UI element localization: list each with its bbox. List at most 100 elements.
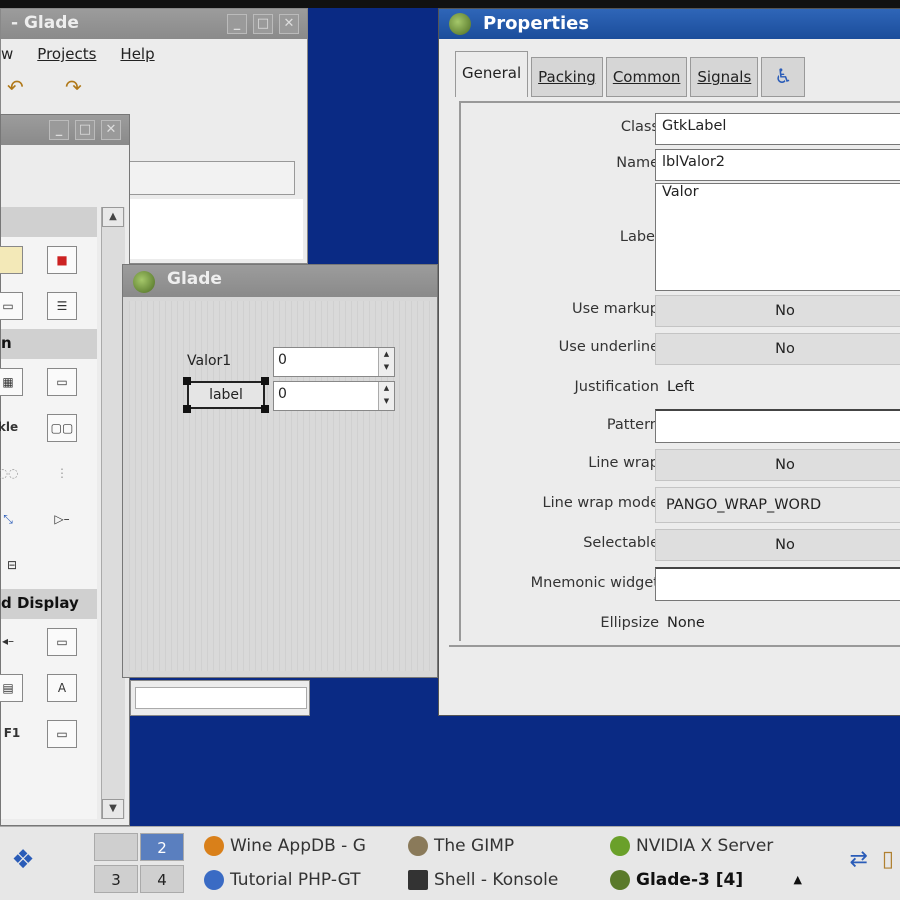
pattern-field[interactable]: [655, 409, 900, 443]
pager-desktop-1[interactable]: 1: [94, 833, 138, 861]
spin-button-2[interactable]: 0 ▲ ▼: [273, 381, 395, 411]
pager-desktop-3[interactable]: 3: [94, 865, 138, 893]
button-box-icon[interactable]: ▢▢: [47, 414, 77, 442]
main-window-title: - Glade: [11, 13, 79, 33]
window-widget-icon[interactable]: [0, 246, 23, 274]
palette-row: ⊟: [1, 543, 97, 589]
prop-label: Label: [619, 229, 659, 245]
main-toolbar: ↶ ↷: [1, 71, 307, 101]
main-window-tree-area[interactable]: [123, 199, 303, 259]
pager-desktop-2[interactable]: 2: [140, 833, 184, 861]
bottom-strip-window: [130, 680, 310, 716]
main-window-titlebar[interactable]: - Glade _ □ ✕: [1, 9, 307, 39]
progress-bar-icon[interactable]: ▭: [47, 720, 77, 748]
menu-help[interactable]: Help: [120, 45, 154, 71]
palette-group-containers[interactable]: n: [1, 329, 97, 359]
valor1-label[interactable]: Valor1: [187, 353, 231, 369]
task-nvidia[interactable]: NVIDIA X Server: [606, 831, 806, 861]
notebook-widget-icon[interactable]: ▭: [47, 368, 77, 396]
image-widget-icon[interactable]: ▤: [0, 674, 23, 702]
palette-item-f1[interactable]: F1: [0, 720, 27, 748]
strip-field[interactable]: [135, 687, 307, 709]
task-tutorial-php[interactable]: Tutorial PHP-GT: [200, 865, 396, 895]
menu-projects[interactable]: Projects: [37, 45, 96, 71]
palette-titlebar[interactable]: _ □ ✕: [1, 115, 129, 145]
gimp-icon: [408, 836, 428, 856]
tab-signals[interactable]: Signals: [690, 57, 759, 97]
layout-icon[interactable]: ⤡: [0, 506, 23, 534]
resize-handle[interactable]: [261, 405, 269, 413]
pager-desktop-4[interactable]: 4: [140, 865, 184, 893]
palette-group-display[interactable]: d Display: [1, 589, 97, 619]
label-widget-icon[interactable]: ◂–: [0, 628, 23, 656]
prop-label: Pattern: [606, 417, 659, 433]
expander-icon[interactable]: ▷–: [47, 506, 77, 534]
close-button[interactable]: ✕: [279, 14, 299, 34]
menu-view[interactable]: w: [1, 45, 13, 71]
minimize-button[interactable]: _: [227, 14, 247, 34]
clipboard-icon[interactable]: ▯: [882, 847, 894, 872]
name-field[interactable]: lblValor2: [655, 149, 900, 181]
label-textarea[interactable]: Valor: [655, 183, 900, 291]
network-icon[interactable]: ⇄: [849, 847, 867, 872]
scroll-down-icon[interactable]: ▼: [102, 799, 124, 819]
dialog-widget-icon[interactable]: ▭: [0, 292, 23, 320]
selected-label-widget[interactable]: label: [187, 381, 265, 409]
spin-button-1[interactable]: 0 ▲ ▼: [273, 347, 395, 377]
preview-title: Glade: [167, 269, 222, 289]
entry-widget-icon[interactable]: ▭: [47, 628, 77, 656]
table-widget-icon[interactable]: ▦: [0, 368, 23, 396]
tab-accessibility[interactable]: ♿: [761, 57, 806, 97]
glade-icon: [133, 271, 155, 293]
preview-titlebar[interactable]: Glade: [123, 265, 437, 297]
task-gimp[interactable]: The GIMP: [404, 831, 600, 861]
alignment-icon[interactable]: ⊟: [0, 552, 27, 580]
tab-common[interactable]: Common: [605, 57, 688, 97]
palette-window[interactable]: _ □ ✕ ■ ▭ ☰ n ▦ ▭ kle ▢▢ ◌◌ ⋮ ⤡ ▷– ⊟ d D…: [0, 114, 130, 826]
class-field[interactable]: GtkLabel: [655, 113, 900, 145]
glade-preview-window[interactable]: Glade Valor1 0 ▲ ▼ label 0 ▲ ▼: [122, 264, 438, 678]
maximize-button[interactable]: □: [253, 14, 273, 34]
redo-icon[interactable]: ↷: [65, 75, 82, 99]
undo-icon[interactable]: ↶: [7, 75, 24, 99]
resize-handle[interactable]: [183, 405, 191, 413]
line-wrap-mode-select[interactable]: PANGO_WRAP_WORD: [655, 487, 900, 523]
color-dialog-icon[interactable]: ■: [47, 246, 77, 274]
hbox-icon[interactable]: ◌◌: [0, 460, 23, 488]
task-wine-appdb[interactable]: Wine AppDB - G: [200, 831, 396, 861]
use-underline-toggle[interactable]: No: [655, 333, 900, 365]
justification-select[interactable]: Left: [667, 379, 694, 395]
prop-label: Selectable: [583, 535, 659, 551]
line-wrap-toggle[interactable]: No: [655, 449, 900, 481]
selectable-toggle[interactable]: No: [655, 529, 900, 561]
tab-packing[interactable]: Packing: [531, 57, 603, 97]
ellipsize-select[interactable]: None: [667, 615, 705, 631]
accel-label-icon[interactable]: A: [47, 674, 77, 702]
palette-close-button[interactable]: ✕: [101, 120, 121, 140]
use-markup-toggle[interactable]: No: [655, 295, 900, 327]
spin-arrows-icon[interactable]: ▲ ▼: [378, 382, 394, 410]
preview-canvas[interactable]: Valor1 0 ▲ ▼ label 0 ▲ ▼: [129, 301, 431, 671]
tab-general[interactable]: General: [455, 51, 529, 97]
file-dialog-icon[interactable]: ☰: [47, 292, 77, 320]
task-glade[interactable]: Glade-3 [4] ▲: [606, 865, 806, 895]
spin-arrows-icon[interactable]: ▲ ▼: [378, 348, 394, 376]
screen-top-edge: [0, 0, 900, 8]
tab-common-label: Common: [612, 68, 681, 86]
mnemonic-widget-field[interactable]: [655, 567, 900, 601]
palette-maximize-button[interactable]: □: [75, 120, 95, 140]
group-arrow-icon[interactable]: ▲: [794, 865, 802, 895]
scroll-up-icon[interactable]: ▲: [102, 207, 124, 227]
palette-group-toplevels[interactable]: [1, 207, 97, 237]
browser-icon: [204, 870, 224, 890]
main-window-field[interactable]: [123, 161, 295, 195]
properties-titlebar[interactable]: Properties: [439, 9, 900, 39]
palette-item-kle[interactable]: kle: [0, 414, 23, 442]
vbox-icon[interactable]: ⋮: [47, 460, 77, 488]
resize-handle[interactable]: [183, 377, 191, 385]
palette-minimize-button[interactable]: _: [49, 120, 69, 140]
resize-handle[interactable]: [261, 377, 269, 385]
properties-window[interactable]: Properties General Packing Common Signal…: [438, 8, 900, 716]
kde-menu-icon[interactable]: ❖: [2, 835, 44, 885]
task-konsole[interactable]: Shell - Konsole: [404, 865, 600, 895]
